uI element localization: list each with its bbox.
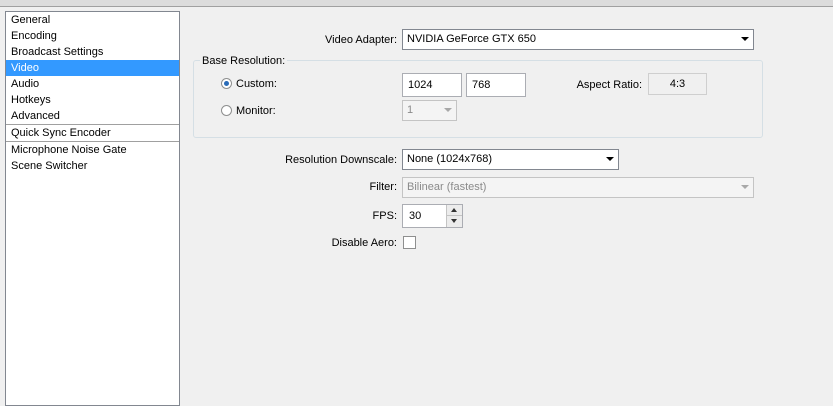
sidebar-item-broadcast-settings[interactable]: Broadcast Settings (6, 44, 179, 60)
fps-value: 30 (409, 210, 422, 222)
video-adapter-label: Video Adapter: (325, 34, 397, 46)
monitor-value: 1 (407, 104, 414, 116)
base-resolution-title: Base Resolution: (200, 55, 288, 67)
video-adapter-value: NVIDIA GeForce GTX 650 (407, 33, 536, 45)
sidebar-item-advanced[interactable]: Advanced (6, 108, 179, 124)
sidebar-item-video[interactable]: Video (6, 60, 179, 76)
fps-spinbox[interactable]: 30 (402, 204, 463, 228)
monitor-radio[interactable] (221, 105, 232, 116)
chevron-down-icon (741, 185, 749, 189)
custom-height-input[interactable]: 768 (466, 73, 526, 97)
sidebar-item-quick-sync-encoder[interactable]: Quick Sync Encoder (6, 125, 179, 141)
resolution-downscale-dropdown[interactable]: None (1024x768) (402, 149, 619, 170)
resolution-downscale-label: Resolution Downscale: (285, 154, 397, 166)
monitor-dropdown[interactable]: 1 (402, 100, 457, 121)
arrow-up-icon (451, 208, 457, 212)
sidebar-item-scene-switcher[interactable]: Scene Switcher (6, 158, 179, 174)
aspect-ratio-label: Aspect Ratio: (576, 79, 642, 91)
custom-width-input[interactable]: 1024 (402, 73, 462, 97)
chevron-down-icon (606, 157, 614, 161)
base-resolution-group (193, 60, 763, 138)
resolution-downscale-value: None (1024x768) (407, 153, 493, 165)
sidebar-item-encoding[interactable]: Encoding (6, 28, 179, 44)
fps-label: FPS: (372, 210, 397, 222)
sidebar-item-general[interactable]: General (6, 12, 179, 28)
aspect-ratio-value: 4:3 (648, 73, 707, 95)
fps-spin-buttons (446, 205, 462, 227)
filter-label: Filter: (369, 181, 398, 193)
spin-down-button[interactable] (447, 216, 462, 227)
window-top-edge (0, 0, 833, 7)
disable-aero-checkbox[interactable] (403, 236, 416, 249)
sidebar-item-hotkeys[interactable]: Hotkeys (6, 92, 179, 108)
arrow-down-icon (451, 219, 457, 223)
video-adapter-dropdown[interactable]: NVIDIA GeForce GTX 650 (402, 29, 754, 50)
sidebar-item-microphone-noise-gate[interactable]: Microphone Noise Gate (6, 142, 179, 158)
sidebar-item-audio[interactable]: Audio (6, 76, 179, 92)
chevron-down-icon (444, 108, 452, 112)
spin-up-button[interactable] (447, 205, 462, 216)
custom-label: Custom: (236, 78, 277, 90)
custom-radio[interactable] (221, 78, 232, 89)
filter-value: Bilinear (fastest) (407, 181, 487, 193)
chevron-down-icon (741, 37, 749, 41)
disable-aero-label: Disable Aero: (331, 237, 397, 249)
filter-dropdown[interactable]: Bilinear (fastest) (402, 177, 754, 198)
monitor-label: Monitor: (236, 105, 276, 117)
radio-selected-icon (224, 81, 229, 86)
settings-category-list[interactable]: General Encoding Broadcast Settings Video Au… (5, 11, 180, 406)
